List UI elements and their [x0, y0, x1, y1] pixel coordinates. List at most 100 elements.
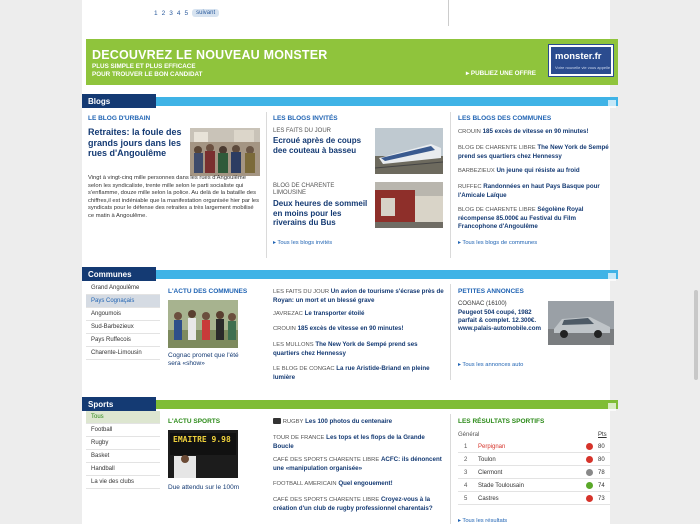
- train-photo-art: [375, 128, 443, 174]
- page-link-1[interactable]: 1: [154, 10, 158, 17]
- blogs-invites-headline-1[interactable]: Ecroué après de coups dee couteau à bass…: [273, 136, 373, 155]
- sports-nav-item-selected[interactable]: Tous: [86, 411, 160, 424]
- sports-item-1[interactable]: RUGBY Les 100 photos du centenaire: [273, 418, 445, 427]
- results-row[interactable]: 2 Toulon 80: [458, 454, 610, 466]
- collapse-icon[interactable]: [608, 273, 616, 281]
- sports-nav-item[interactable]: Basket: [86, 450, 160, 463]
- actu-sports-caption[interactable]: Due attendu sur le 100m: [168, 484, 258, 491]
- building-photo[interactable]: [375, 182, 443, 228]
- trend-up-icon: [586, 482, 593, 489]
- monster-ad-banner[interactable]: DECOUVREZ LE NOUVEAU MONSTER PLUS SIMPLE…: [86, 39, 618, 85]
- blogs-communes-item-3[interactable]: BARBEZIEUX Un jeune qui résiste au froid: [458, 167, 614, 176]
- page-link-4[interactable]: 4: [177, 10, 181, 17]
- protest-photo[interactable]: [190, 128, 260, 176]
- communes-nav-item[interactable]: Pays Ruffecois: [86, 334, 160, 347]
- sports-item-2[interactable]: TOUR DE FRANCE Les tops et les flops de …: [273, 434, 445, 451]
- collapse-icon[interactable]: [608, 100, 616, 108]
- communes-item-4[interactable]: LES MULLONS The New York de Sempé prend …: [273, 341, 445, 358]
- blog-urbain-headline[interactable]: Retraites: la foule des grands jours dan…: [88, 127, 186, 159]
- scoreboard-text: EMAITRE 9.98: [173, 435, 231, 444]
- cognac-photo-art: [168, 300, 238, 348]
- all-auto-ads-link[interactable]: Tous les annonces auto: [458, 362, 523, 368]
- communes-nav-item[interactable]: Grand Angoulême: [86, 282, 160, 295]
- monster-logo-bg: monster.fr Votre nouvelle vie vous appel…: [551, 47, 611, 74]
- sports-section-title[interactable]: Sports: [82, 397, 156, 411]
- sports-nav-item[interactable]: Football: [86, 424, 160, 437]
- ad-location: COGNAC (16100): [458, 301, 507, 307]
- results-header-general[interactable]: Général: [458, 432, 479, 438]
- communes-nav-item[interactable]: Angoumois: [86, 308, 160, 321]
- cognac-photo[interactable]: [168, 300, 238, 348]
- page-link-3[interactable]: 3: [169, 10, 173, 17]
- blogs-communes-title[interactable]: LES BLOGS DES COMMUNES: [458, 115, 551, 122]
- sports-nav-item[interactable]: Handball: [86, 463, 160, 476]
- sprinter-photo-art: EMAITRE 9.98: [168, 430, 238, 478]
- communes-nav-item[interactable]: Charente-Limousin: [86, 347, 160, 360]
- blogs-invites-headline-2[interactable]: Deux heures de sommeil en moins pour les…: [273, 199, 373, 228]
- communes-nav-item-selected[interactable]: Pays Cognaçais: [86, 295, 160, 308]
- all-results-link[interactable]: Tous les résultats: [458, 518, 507, 524]
- blog-urbain-title[interactable]: LE BLOG D'URBAIN: [88, 115, 150, 122]
- results-row[interactable]: 3 Clermont 78: [458, 467, 610, 479]
- communes-nav-item[interactable]: Sud-Barbezieux: [86, 321, 160, 334]
- results-team[interactable]: Perpignan: [478, 444, 505, 450]
- results-team[interactable]: Clermont: [478, 470, 502, 476]
- results-team[interactable]: Castres: [478, 496, 499, 502]
- results-row[interactable]: 5 Castres 73: [458, 493, 610, 505]
- actu-sports-title[interactable]: L'ACTU SPORTS: [168, 418, 220, 425]
- actu-communes-caption[interactable]: Cognac promet que l'été sera «show»: [168, 352, 252, 368]
- results-team[interactable]: Stade Toulousain: [478, 483, 524, 489]
- blogs-communes-item-2[interactable]: BLOG DE CHARENTE LIBRE The New York de S…: [458, 144, 614, 161]
- page-link-2[interactable]: 2: [162, 10, 166, 17]
- actu-communes-title[interactable]: L'ACTU DES COMMUNES: [168, 288, 247, 295]
- communes-section-header: Communes: [82, 267, 618, 281]
- ad-text[interactable]: Peugeot 504 coupé, 1982 parfait & comple…: [458, 309, 542, 332]
- next-page-button[interactable]: suivant: [192, 9, 220, 17]
- sports-nav-item[interactable]: La vie des clubs: [86, 476, 160, 489]
- communes-item-1[interactable]: LES FAITS DU JOUR Un avion de tourisme s…: [273, 288, 445, 305]
- all-communes-blogs-link[interactable]: Tous les blogs de communes: [458, 240, 537, 246]
- communes-section-title[interactable]: Communes: [82, 267, 156, 281]
- column-divider-2: [450, 112, 451, 258]
- results-team[interactable]: Toulon: [478, 457, 496, 463]
- results-rank: 1: [464, 444, 468, 450]
- results-row[interactable]: 4 Stade Toulousain 74: [458, 480, 610, 492]
- petites-annonces-title[interactable]: PETITES ANNONCES: [458, 288, 524, 295]
- column-divider: [266, 112, 267, 258]
- sports-item-5[interactable]: CAFÉ DES SPORTS CHARENTE LIBRE Croyez-vo…: [273, 496, 445, 513]
- camera-icon: [273, 418, 281, 425]
- monster-logo[interactable]: monster.fr Votre nouvelle vie vous appel…: [548, 44, 614, 77]
- sports-section-header: Sports: [82, 397, 618, 411]
- car-photo[interactable]: [548, 301, 614, 345]
- blogs-communes-item-4[interactable]: RUFFEC Randonnées en haut Pays Basque po…: [458, 183, 614, 200]
- main-content: 1 2 3 4 5 suivant DECOUVREZ LE NOUVEAU M…: [82, 0, 618, 524]
- blogs-communes-item-1[interactable]: CROUIN 185 excès de vitesse en 90 minute…: [458, 128, 614, 137]
- publish-offer-link[interactable]: ▸ PUBLIEZ UNE OFFRE: [466, 70, 536, 77]
- results-title[interactable]: LES RÉSULTATS SPORTIFS: [458, 418, 544, 425]
- communes-item-2[interactable]: JAVREZAC Le transporter étoilé: [273, 310, 445, 319]
- sports-nav-item[interactable]: Rugby: [86, 437, 160, 450]
- sports-item-4[interactable]: FOOTBALL AMERICAIN Quel engouement!: [273, 480, 445, 489]
- blog-urbain-text-full: Vingt à vingt-cinq mille personnes dans …: [88, 175, 260, 219]
- sports-item-3[interactable]: CAFÉ DES SPORTS CHARENTE LIBRE ACFC: ils…: [273, 456, 445, 473]
- blogs-section-title[interactable]: Blogs: [82, 94, 156, 108]
- page: 1 2 3 4 5 suivant DECOUVREZ LE NOUVEAU M…: [0, 0, 700, 524]
- results-rank: 2: [464, 457, 468, 463]
- sprinter-photo[interactable]: EMAITRE 9.98: [168, 430, 238, 478]
- scrollbar[interactable]: [694, 290, 698, 380]
- communes-item-5[interactable]: LE BLOG DE CONGAC La rue Aristide-Briand…: [273, 365, 445, 382]
- results-row[interactable]: 1 Perpignan 80: [458, 441, 610, 453]
- blogs-invites-title[interactable]: LES BLOGS INVITÉS: [273, 115, 338, 122]
- blogs-communes-item-5[interactable]: BLOG DE CHARENTE LIBRE Ségolène Royal ré…: [458, 206, 614, 230]
- sports-nav: Tous Football Rugby Basket Handball La v…: [86, 411, 160, 489]
- collapse-icon[interactable]: [608, 403, 616, 411]
- all-invited-blogs-link[interactable]: Tous les blogs invités: [273, 240, 332, 246]
- page-link-5[interactable]: 5: [185, 10, 189, 17]
- communes-item-3[interactable]: CROUIN 185 excès de vitesse en 90 minute…: [273, 325, 445, 334]
- blogs-invites-label-1: LES FAITS DU JOUR: [273, 128, 332, 134]
- train-photo[interactable]: [375, 128, 443, 174]
- blogs-section-header: Blogs: [82, 94, 618, 108]
- car-photo-art: [548, 301, 614, 345]
- banner-subtitle-line2: POUR TROUVER LE BON CANDIDAT: [92, 71, 203, 78]
- banner-subtitle: PLUS SIMPLE ET PLUS EFFICACE POUR TROUVE…: [92, 63, 202, 79]
